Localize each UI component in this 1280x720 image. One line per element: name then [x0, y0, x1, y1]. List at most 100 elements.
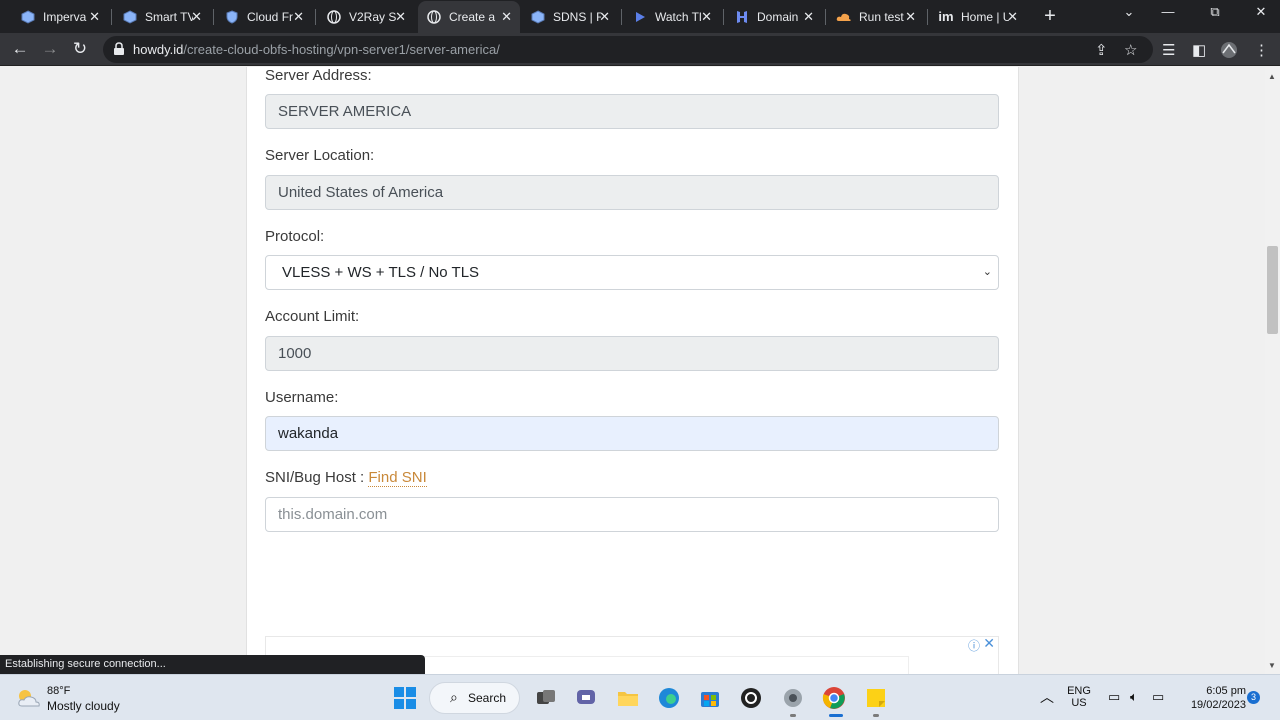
search-icon: ⌕: [450, 689, 458, 705]
battery-icon[interactable]: ▭: [1152, 689, 1164, 705]
tab-smart-tv[interactable]: Smart TV ✕: [114, 4, 210, 29]
microsoft-store-icon[interactable]: [698, 686, 722, 710]
tab-cloud-fr[interactable]: Cloud Fr ✕: [216, 4, 312, 29]
ad-info-icon[interactable]: ⓘ: [968, 637, 980, 654]
close-tab-icon[interactable]: ✕: [501, 9, 512, 25]
cloud-icon: [836, 9, 852, 25]
tab-title: V2Ray S: [349, 9, 397, 24]
forward-button[interactable]: →: [39, 38, 61, 60]
profile-avatar-icon[interactable]: [1219, 41, 1239, 63]
close-tab-icon[interactable]: ✕: [905, 9, 916, 25]
server-address-label: Server Address:: [265, 67, 372, 84]
tab-title: Domain: [757, 9, 799, 24]
scroll-down-icon[interactable]: ▼: [1268, 661, 1276, 670]
globe-icon: [426, 9, 442, 25]
username-input[interactable]: wakanda: [265, 416, 999, 451]
url-text[interactable]: howdy.id/create-cloud-obfs-hosting/vpn-s…: [133, 42, 500, 57]
clock-date: 19/02/2023: [1190, 699, 1246, 711]
tab-sdns[interactable]: SDNS | F ✕: [522, 4, 618, 29]
windows-taskbar: 88°F Mostly cloudy ⌕ Search ︿ ENG US ▭ 🔈…: [0, 674, 1280, 720]
tab-title: Imperva: [43, 9, 87, 24]
tab-separator: [315, 9, 316, 25]
username-label: Username:: [265, 389, 339, 406]
tab-title: SDNS | F: [553, 9, 601, 24]
tab-title: Smart TV: [145, 9, 193, 24]
teams-chat-icon[interactable]: [575, 686, 599, 710]
protocol-select[interactable]: VLESS + WS + TLS / No TLS ⌄: [265, 255, 999, 290]
notification-badge[interactable]: 3: [1247, 691, 1260, 704]
weather-condition: Mostly cloudy: [47, 699, 120, 713]
close-window-icon[interactable]: ✕: [1251, 4, 1271, 20]
language-indicator[interactable]: ENG US: [1066, 685, 1092, 709]
close-tab-icon[interactable]: ✕: [803, 9, 814, 25]
close-tab-icon[interactable]: ✕: [1007, 9, 1018, 25]
show-hidden-icons-chevron-icon[interactable]: ︿: [1040, 687, 1054, 707]
weather-temp: 88°F: [47, 685, 71, 697]
active-running-indicator: [829, 714, 843, 717]
tab-strip: Imperva ✕ Smart TV ✕ Cloud Fr ✕ V2Ray S …: [0, 0, 1280, 33]
restore-icon[interactable]: ⧉: [1205, 4, 1225, 20]
close-tab-icon[interactable]: ✕: [599, 9, 610, 25]
tab-title: Watch Tl: [655, 9, 702, 24]
tab-create-active[interactable]: Create a ✕: [418, 1, 520, 33]
weather-widget[interactable]: 88°F Mostly cloudy: [16, 685, 156, 715]
tab-title: Home | U: [961, 9, 1009, 24]
menu-kebab-icon[interactable]: ⋮: [1254, 41, 1269, 59]
file-explorer-icon[interactable]: [616, 686, 640, 710]
tab-home[interactable]: im Home | U ✕: [930, 4, 1026, 29]
steam-like-app-icon[interactable]: [739, 686, 763, 710]
tab-v2ray[interactable]: V2Ray S ✕: [318, 4, 414, 29]
edge-browser-icon[interactable]: [657, 686, 681, 710]
vpn-app-icon[interactable]: [781, 686, 805, 710]
reload-button[interactable]: ↻: [69, 38, 91, 60]
scroll-thumb[interactable]: [1267, 246, 1278, 334]
back-button[interactable]: ←: [9, 38, 31, 60]
browser-toolbar: ← → ↻ howdy.id/create-cloud-obfs-hosting…: [0, 33, 1280, 66]
close-tab-icon[interactable]: ✕: [395, 9, 406, 25]
tab-search-chevron-icon[interactable]: ⌄: [1119, 4, 1139, 20]
globe-icon: [326, 9, 342, 25]
play-icon: [632, 9, 648, 25]
close-tab-icon[interactable]: ✕: [191, 9, 202, 25]
sni-input[interactable]: this.domain.com: [265, 497, 999, 532]
tab-watch[interactable]: Watch Tl ✕: [624, 4, 720, 29]
volume-icon[interactable]: 🔈︎: [1130, 689, 1138, 705]
find-sni-link[interactable]: Find SNI: [368, 469, 427, 487]
tab-domain[interactable]: Domain ✕: [726, 4, 822, 29]
sni-label: SNI/Bug Host :: [265, 469, 365, 486]
network-icon[interactable]: ▭: [1108, 689, 1120, 705]
cube-icon: [20, 9, 36, 25]
address-bar[interactable]: howdy.id/create-cloud-obfs-hosting/vpn-s…: [103, 36, 1153, 63]
tab-run-test[interactable]: Run test ✕: [828, 4, 924, 29]
cloudy-sun-icon: [16, 688, 42, 713]
scroll-up-icon[interactable]: ▲: [1268, 72, 1276, 81]
lock-icon[interactable]: [113, 42, 127, 56]
server-address-field: SERVER AMERICA: [265, 94, 999, 129]
server-location-field: United States of America: [265, 175, 999, 210]
cube-icon: [530, 9, 546, 25]
media-control-icon[interactable]: ☰: [1162, 41, 1175, 59]
language-code: ENG: [1067, 685, 1091, 697]
running-indicator: [790, 714, 796, 717]
clock-time: 6:05 pm: [1206, 685, 1246, 697]
account-limit-label: Account Limit:: [265, 308, 360, 325]
sticky-notes-icon[interactable]: [864, 686, 888, 710]
chevron-down-icon: ⌄: [982, 266, 992, 278]
task-view-icon[interactable]: [534, 686, 558, 710]
bookmark-star-icon[interactable]: ☆: [1124, 41, 1137, 59]
tab-separator: [213, 9, 214, 25]
new-tab-button[interactable]: +: [1040, 5, 1060, 28]
minimize-icon[interactable]: —: [1158, 4, 1178, 19]
windows-start-icon[interactable]: [393, 686, 417, 710]
taskbar-search[interactable]: ⌕ Search: [429, 682, 520, 714]
chrome-browser-icon[interactable]: [822, 686, 846, 710]
clock[interactable]: 6:05 pm 19/02/2023: [1180, 685, 1246, 711]
close-tab-icon[interactable]: ✕: [293, 9, 304, 25]
tab-imperva[interactable]: Imperva ✕: [12, 4, 108, 29]
close-tab-icon[interactable]: ✕: [89, 9, 100, 25]
ad-close-icon[interactable]: ✕: [983, 635, 995, 652]
share-icon[interactable]: ⇪: [1095, 41, 1108, 59]
side-panel-icon[interactable]: ◧: [1192, 41, 1206, 59]
page-scrollbar[interactable]: ▲ ▼: [1265, 67, 1280, 674]
close-tab-icon[interactable]: ✕: [701, 9, 712, 25]
